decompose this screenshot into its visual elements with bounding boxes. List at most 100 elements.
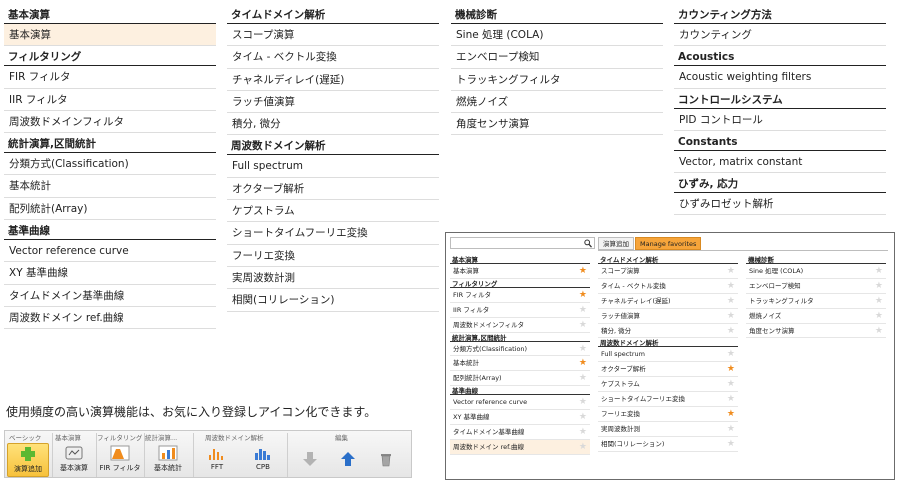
add-operation-button[interactable]: 演算追加 <box>7 443 49 477</box>
menu-item[interactable]: 基本統計 <box>4 175 216 198</box>
favorites-item[interactable]: 燃焼ノイズ ★ <box>746 309 886 324</box>
move-down-button[interactable] <box>293 443 327 477</box>
favorites-item[interactable]: 相関(コリレーション) ★ <box>598 437 738 452</box>
favorites-item[interactable]: Vector reference curve ★ <box>450 395 590 411</box>
menu-item[interactable]: 分類方式(Classification) <box>4 153 216 176</box>
menu-item[interactable]: フーリエ変換 <box>227 245 439 267</box>
menu-item[interactable]: チャネルディレイ(遅延) <box>227 69 439 91</box>
menu-item[interactable]: Vector reference curve <box>4 240 216 263</box>
favorite-star-icon[interactable]: ★ <box>579 344 587 354</box>
move-up-button[interactable] <box>331 443 365 477</box>
favorite-star-icon[interactable]: ★ <box>727 439 735 449</box>
favorites-item[interactable]: タイムドメイン基準曲線 ★ <box>450 425 590 440</box>
favorites-item[interactable]: チャネルディレイ(遅延) ★ <box>598 294 738 309</box>
favorites-item[interactable]: エンベロープ検知 ★ <box>746 279 886 294</box>
favorite-star-icon[interactable]: ★ <box>579 290 587 300</box>
menu-item[interactable]: 相関(コリレーション) <box>227 289 439 312</box>
menu-item[interactable]: タイムドメイン基準曲線 <box>4 285 216 307</box>
favorites-item[interactable]: 実周波数計測 ★ <box>598 422 738 437</box>
favorite-star-icon[interactable]: ★ <box>875 281 883 291</box>
menu-item[interactable]: 燃焼ノイズ <box>451 91 663 114</box>
menu-item[interactable]: ラッチ値演算 <box>227 91 439 114</box>
tab-manage-favorites[interactable]: Manage favorites <box>635 237 702 250</box>
menu-item[interactable]: 基本演算 <box>4 24 216 47</box>
menu-item[interactable]: 積分, 微分 <box>227 113 439 136</box>
favorite-star-icon[interactable]: ★ <box>875 326 883 336</box>
favorite-star-icon[interactable]: ★ <box>727 266 735 276</box>
favorites-item[interactable]: スコープ演算 ★ <box>598 264 738 279</box>
favorites-item[interactable]: Sine 処理 (COLA) ★ <box>746 264 886 279</box>
menu-item[interactable]: 実周波数計測 <box>227 267 439 290</box>
search-box[interactable] <box>450 237 595 249</box>
favorite-star-icon[interactable]: ★ <box>579 442 587 452</box>
menu-item[interactable]: FIR フィルタ <box>4 66 216 89</box>
menu-item[interactable]: Acoustic weighting filters <box>674 66 886 89</box>
favorite-star-icon[interactable]: ★ <box>727 311 735 321</box>
favorites-item[interactable]: Full spectrum ★ <box>598 347 738 363</box>
favorite-star-icon[interactable]: ★ <box>579 305 587 315</box>
menu-item[interactable]: エンベロープ検知 <box>451 46 663 69</box>
menu-item[interactable]: タイム - ベクトル変換 <box>227 46 439 69</box>
fir-filter-button[interactable]: FIR フィルタ <box>97 443 143 477</box>
search-icon[interactable] <box>584 239 592 248</box>
delete-button[interactable] <box>369 443 403 477</box>
favorites-item[interactable]: FIR フィルタ ★ <box>450 288 590 303</box>
menu-item[interactable]: 周波数ドメインフィルタ <box>4 111 216 134</box>
favorite-star-icon[interactable]: ★ <box>727 364 735 374</box>
favorites-item[interactable]: 分類方式(Classification) ★ <box>450 342 590 357</box>
menu-item[interactable]: XY 基準曲線 <box>4 262 216 285</box>
favorite-star-icon[interactable]: ★ <box>727 326 735 336</box>
cpb-button[interactable]: CPB <box>241 443 285 477</box>
menu-item[interactable]: 周波数ドメイン ref.曲線 <box>4 307 216 330</box>
favorites-item[interactable]: IIR フィルタ ★ <box>450 303 590 318</box>
favorite-star-icon[interactable]: ★ <box>579 266 587 276</box>
favorites-item[interactable]: 角度センサ演算 ★ <box>746 324 886 339</box>
favorites-item[interactable]: ケプストラム ★ <box>598 377 738 393</box>
favorites-item[interactable]: 周波数ドメイン ref.曲線 ★ <box>450 439 590 455</box>
favorites-item[interactable]: XY 基準曲線 ★ <box>450 410 590 426</box>
favorite-star-icon[interactable]: ★ <box>727 349 735 359</box>
favorite-star-icon[interactable]: ★ <box>875 311 883 321</box>
menu-item[interactable]: カウンティング <box>674 24 886 47</box>
favorite-star-icon[interactable]: ★ <box>875 296 883 306</box>
favorite-star-icon[interactable]: ★ <box>579 320 587 330</box>
menu-item[interactable]: スコープ演算 <box>227 24 439 47</box>
favorite-star-icon[interactable]: ★ <box>579 412 587 422</box>
favorite-star-icon[interactable]: ★ <box>727 424 735 434</box>
favorite-star-icon[interactable]: ★ <box>727 379 735 389</box>
menu-item[interactable]: Vector, matrix constant <box>674 151 886 174</box>
basic-calc-button[interactable]: 基本演算 <box>52 443 96 477</box>
menu-item[interactable]: ショートタイムフーリエ変換 <box>227 222 439 245</box>
favorite-star-icon[interactable]: ★ <box>875 266 883 276</box>
favorites-item[interactable]: 積分, 微分 ★ <box>598 324 738 339</box>
menu-item[interactable]: PID コントロール <box>674 109 886 131</box>
menu-item[interactable]: ケプストラム <box>227 200 439 223</box>
menu-item[interactable]: IIR フィルタ <box>4 89 216 111</box>
basic-stats-button[interactable]: 基本統計 <box>145 443 191 477</box>
menu-item[interactable]: Sine 処理 (COLA) <box>451 24 663 47</box>
favorites-item[interactable]: 配列統計(Array) ★ <box>450 371 590 387</box>
favorites-item[interactable]: フーリエ変換 ★ <box>598 407 738 422</box>
favorite-star-icon[interactable]: ★ <box>727 394 735 404</box>
menu-item[interactable]: 角度センサ演算 <box>451 113 663 136</box>
fft-button[interactable]: FFT <box>195 443 239 477</box>
menu-item[interactable]: トラッキングフィルタ <box>451 69 663 91</box>
favorite-star-icon[interactable]: ★ <box>579 373 587 383</box>
favorites-item[interactable]: 基本統計 ★ <box>450 356 590 372</box>
favorites-item[interactable]: タイム - ベクトル変換 ★ <box>598 279 738 294</box>
menu-item[interactable]: 配列統計(Array) <box>4 198 216 221</box>
favorites-item[interactable]: 基本演算 ★ <box>450 264 590 279</box>
favorites-item[interactable]: ラッチ値演算 ★ <box>598 309 738 324</box>
favorites-item[interactable]: オクターブ解析 ★ <box>598 362 738 378</box>
favorites-item[interactable]: ショートタイムフーリエ変換 ★ <box>598 392 738 408</box>
favorite-star-icon[interactable]: ★ <box>579 358 587 368</box>
menu-item[interactable]: ひずみロゼット解析 <box>674 193 886 216</box>
menu-item[interactable]: オクターブ解析 <box>227 178 439 201</box>
menu-item[interactable]: Full spectrum <box>227 155 439 178</box>
favorite-star-icon[interactable]: ★ <box>727 296 735 306</box>
favorites-item[interactable]: 周波数ドメインフィルタ ★ <box>450 318 590 333</box>
favorite-star-icon[interactable]: ★ <box>579 427 587 437</box>
favorite-star-icon[interactable]: ★ <box>727 281 735 291</box>
favorite-star-icon[interactable]: ★ <box>727 409 735 419</box>
favorites-item[interactable]: トラッキングフィルタ ★ <box>746 294 886 309</box>
